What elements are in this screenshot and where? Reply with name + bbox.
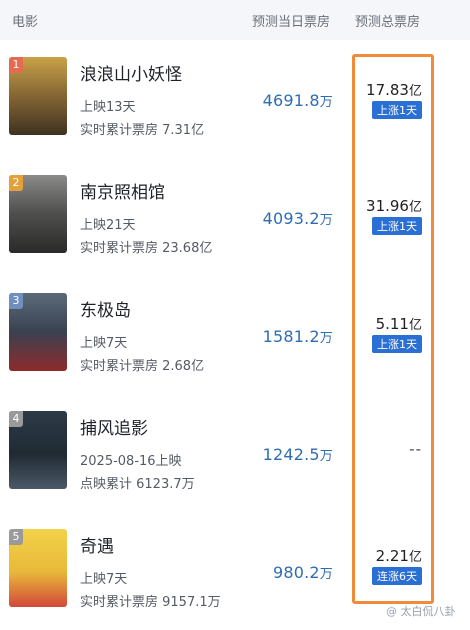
total-column-highlight <box>352 54 434 604</box>
movie-title[interactable]: 奇遇 <box>80 532 114 557</box>
day-boxoffice: 1242.5万 <box>262 445 333 464</box>
cumulative-boxoffice: 实时累计票房 23.68亿 <box>80 241 213 256</box>
rank-badge: 5 <box>9 529 23 545</box>
cumulative-boxoffice: 实时累计票房 2.68亿 <box>80 359 205 374</box>
movie-poster[interactable]: 5 <box>9 529 67 607</box>
movie-title[interactable]: 浪浪山小妖怪 <box>80 60 182 85</box>
header-day-boxoffice[interactable]: 预测当日票房 <box>252 11 330 30</box>
table-header: 电影 预测当日票房 预测总票房 <box>0 0 470 40</box>
rank-badge: 2 <box>9 175 23 191</box>
rank-badge: 3 <box>9 293 23 309</box>
header-total-boxoffice[interactable]: 预测总票房 <box>355 11 420 30</box>
release-info: 上映7天 <box>80 572 128 587</box>
cumulative-boxoffice: 点映累计 6123.7万 <box>80 477 195 492</box>
watermark: @ 太白侃八卦 <box>386 605 456 618</box>
rank-badge: 1 <box>9 57 23 73</box>
movie-title[interactable]: 南京照相馆 <box>80 178 165 203</box>
movie-poster[interactable]: 1 <box>9 57 67 135</box>
release-info: 上映21天 <box>80 218 136 233</box>
day-boxoffice: 4691.8万 <box>262 91 333 110</box>
movie-poster[interactable]: 2 <box>9 175 67 253</box>
movie-title[interactable]: 捕风追影 <box>80 414 148 439</box>
day-boxoffice: 1581.2万 <box>262 327 333 346</box>
movie-title[interactable]: 东极岛 <box>80 296 131 321</box>
cumulative-boxoffice: 实时累计票房 7.31亿 <box>80 123 205 138</box>
day-boxoffice: 4093.2万 <box>262 209 333 228</box>
release-info: 上映13天 <box>80 100 136 115</box>
movie-poster[interactable]: 3 <box>9 293 67 371</box>
day-boxoffice: 980.2万 <box>272 563 333 582</box>
movie-poster[interactable]: 4 <box>9 411 67 489</box>
header-movie: 电影 <box>12 15 39 30</box>
cumulative-boxoffice: 实时累计票房 9157.1万 <box>80 595 221 610</box>
rank-badge: 4 <box>9 411 23 427</box>
release-info: 2025-08-16上映 <box>80 454 182 469</box>
release-info: 上映7天 <box>80 336 128 351</box>
